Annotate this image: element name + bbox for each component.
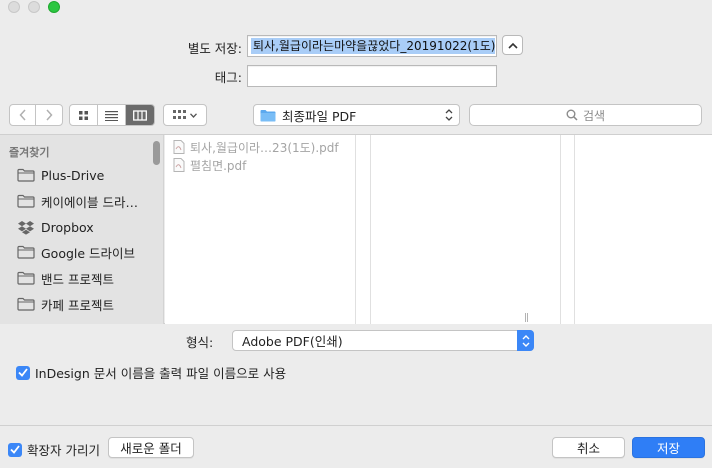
chevron-right-icon (46, 109, 53, 121)
sidebar-item-kable-drive[interactable]: 케이에이블 드라… (17, 190, 138, 212)
search-input[interactable]: 검색 (469, 104, 702, 126)
minimize-window-button[interactable] (28, 1, 40, 13)
search-placeholder: 검색 (582, 108, 606, 123)
folder-icon (17, 245, 35, 259)
list-view-button[interactable] (98, 105, 127, 125)
location-label: 최종파일 PDF (282, 108, 357, 124)
format-value: Adobe PDF(인쇄) (242, 334, 343, 349)
folder-icon (260, 109, 276, 121)
pdf-file-icon (173, 158, 185, 172)
column-view: 퇴사,월급이라…23(1도).pdf 펼침면.pdf || (165, 135, 712, 324)
column-resize-handle[interactable]: || (524, 313, 529, 323)
save-as-label: 별도 저장: (187, 41, 242, 56)
chevron-down-icon (190, 112, 197, 118)
checkmark-icon (18, 368, 28, 377)
icon-view-button[interactable] (70, 105, 99, 125)
format-label: 형식: (186, 335, 214, 350)
grid-icon (79, 110, 88, 120)
group-by-button[interactable] (163, 104, 207, 126)
forward-button[interactable] (36, 105, 62, 125)
folder-icon (17, 297, 35, 311)
column-divider (370, 135, 371, 324)
sidebar-header-favorites: 즐겨찾기 (9, 146, 50, 159)
up-down-arrows-icon (522, 334, 529, 347)
column-view-button[interactable] (126, 105, 154, 125)
sidebar-item-band-project[interactable]: 밴드 프로젝트 (17, 267, 114, 289)
folder-icon (17, 168, 35, 182)
back-button[interactable] (10, 105, 37, 125)
list-icon (105, 110, 119, 121)
file-name: 펼침면.pdf (190, 158, 247, 173)
close-window-button[interactable] (8, 1, 20, 13)
sidebar-item-dropbox[interactable]: Dropbox (17, 216, 94, 238)
save-button[interactable]: 저장 (632, 437, 705, 458)
format-dropdown[interactable]: Adobe PDF(인쇄) (232, 330, 534, 351)
group-grid-icon (173, 110, 186, 119)
sidebar-item-label: Google 드라이브 (41, 245, 136, 261)
sidebar-item-label: 카페 프로젝트 (41, 297, 114, 313)
indesign-name-option[interactable]: InDesign 문서 이름을 출력 파일 이름으로 사용 (16, 363, 286, 382)
checkmark-icon (10, 445, 20, 454)
expand-dialog-button[interactable] (502, 35, 523, 55)
column-divider (574, 135, 575, 324)
sidebar-item-google-drive[interactable]: Google 드라이브 (17, 241, 135, 263)
folder-icon (17, 271, 35, 285)
filename-text: 퇴사,월급이라는마약을끊었다_20191022(1도) (251, 38, 495, 54)
indesign-name-label: InDesign 문서 이름을 출력 파일 이름으로 사용 (35, 366, 287, 381)
file-name: 퇴사,월급이라…23(1도).pdf (190, 140, 339, 155)
location-dropdown[interactable]: 최종파일 PDF (253, 104, 460, 126)
tags-label: 태그: (214, 70, 242, 85)
navigation-buttons (9, 104, 63, 126)
dropbox-icon (18, 220, 34, 235)
sidebar-item-plus-drive[interactable]: Plus-Drive (17, 164, 104, 186)
hide-extension-label: 확장자 가리기 (27, 443, 100, 458)
columns-icon (133, 109, 147, 121)
chevron-left-icon (18, 109, 26, 121)
column-divider (355, 135, 356, 324)
bottom-divider (0, 425, 712, 426)
folder-icon (17, 194, 35, 208)
save-dialog: 별도 저장: 퇴사,월급이라는마약을끊었다_20191022(1도) 태그: 최… (0, 0, 712, 468)
hide-extension-checkbox[interactable] (8, 442, 22, 457)
pdf-file-icon (173, 140, 185, 154)
indesign-name-checkbox[interactable] (16, 365, 30, 380)
sidebar-item-cafe-project[interactable]: 카페 프로젝트 (17, 293, 114, 315)
zoom-window-button[interactable] (48, 1, 60, 13)
tags-input[interactable] (247, 65, 497, 87)
file-row[interactable]: 펼침면.pdf (173, 156, 246, 174)
sidebar-item-label: Plus-Drive (41, 167, 105, 183)
sidebar-scrollbar[interactable] (153, 141, 160, 165)
file-row[interactable]: 퇴사,월급이라…23(1도).pdf (173, 138, 339, 156)
hide-extension-option[interactable]: 확장자 가리기 (8, 440, 100, 459)
new-folder-button[interactable]: 새로운 폴더 (108, 437, 194, 458)
view-mode-buttons (69, 104, 155, 126)
up-down-arrows-icon (445, 109, 453, 121)
column-divider (560, 135, 561, 324)
filename-input[interactable]: 퇴사,월급이라는마약을끊었다_20191022(1도) (247, 35, 497, 57)
window-controls (8, 1, 60, 13)
sidebar-item-label: 케이에이블 드라… (41, 194, 138, 210)
sidebar-item-label: Dropbox (41, 219, 94, 235)
cancel-button[interactable]: 취소 (552, 437, 625, 458)
search-icon (566, 109, 578, 121)
chevron-up-icon (507, 42, 518, 49)
file-browser: 즐겨찾기 Plus-Drive 케이에이블 드라… Dropbox Google… (0, 134, 712, 324)
sidebar-item-label: 밴드 프로젝트 (41, 271, 114, 287)
sidebar: 즐겨찾기 Plus-Drive 케이에이블 드라… Dropbox Google… (0, 135, 164, 324)
format-dropdown-arrows (517, 330, 534, 351)
